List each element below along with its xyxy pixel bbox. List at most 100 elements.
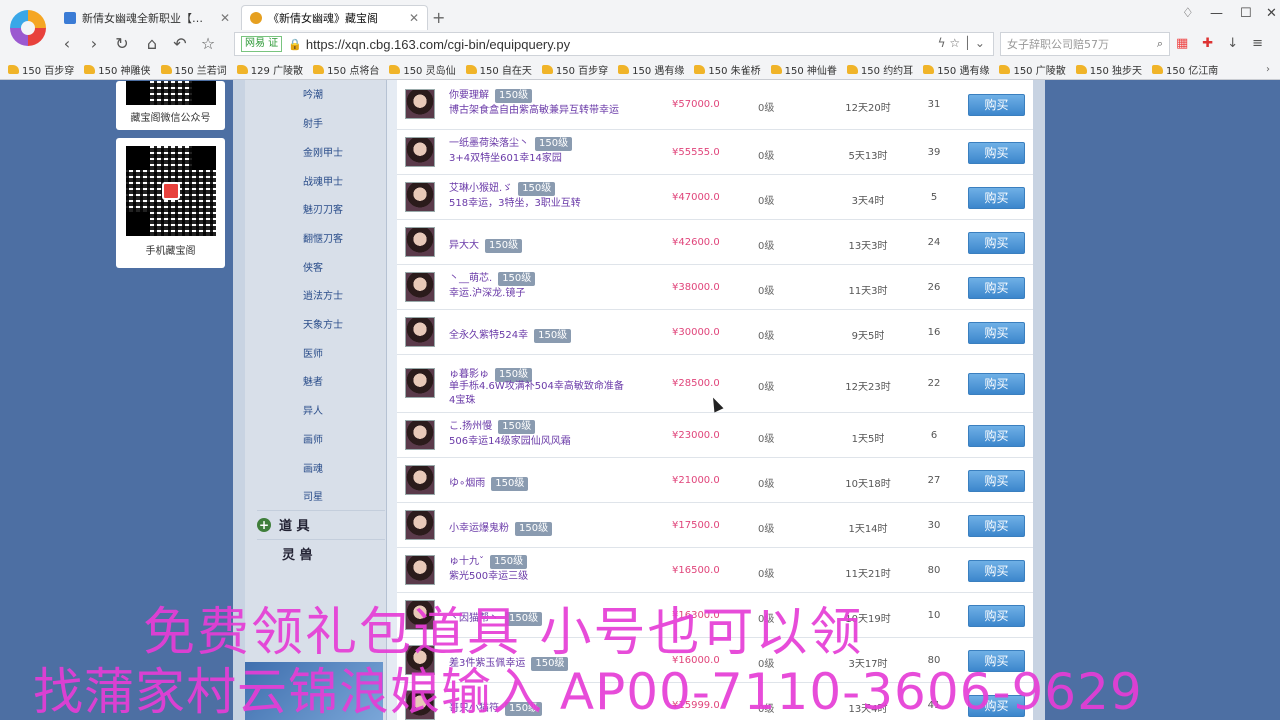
sidebar-subitem[interactable]: 画师	[303, 431, 323, 446]
character-avatar[interactable]	[405, 464, 435, 495]
sidebar-subitem[interactable]: 天象方士	[303, 316, 343, 331]
undo-icon[interactable]: ↶	[170, 34, 190, 53]
search-input[interactable]: 女子辞职公司赔57万 ⌕	[1000, 32, 1170, 56]
back-icon[interactable]: ‹	[57, 34, 77, 53]
level-badge: 150级	[534, 328, 572, 343]
bookmark-item[interactable]: 150 神仙眷	[770, 62, 837, 77]
sidebar-subitem[interactable]: 射手	[303, 115, 323, 130]
character-avatar[interactable]	[405, 554, 435, 585]
address-bar[interactable]: 网易 证 🔒 https://xqn.cbg.163.com/cgi-bin/e…	[234, 32, 994, 56]
sidebar-subitem[interactable]: 翻惬刀客	[303, 230, 343, 245]
character-avatar[interactable]	[405, 226, 435, 257]
sidebar-subitem[interactable]: 侠客	[303, 259, 323, 274]
sidebar-category[interactable]: + 道 具	[257, 510, 385, 538]
sidebar-subitem[interactable]: 医师	[303, 345, 323, 360]
bookmark-item[interactable]: 150 百步穿	[541, 62, 608, 77]
buy-button[interactable]: 购买	[968, 514, 1025, 537]
bookmark-item[interactable]: 150 神雕侠	[84, 62, 151, 77]
window-close-icon[interactable]: ✕	[1266, 6, 1277, 21]
new-tab-icon[interactable]: +	[432, 8, 445, 27]
sidebar-category[interactable]: 灵 兽	[257, 539, 385, 567]
character-name[interactable]: 异大大 150级	[449, 236, 523, 253]
sidebar-subitem[interactable]: 异人	[303, 402, 323, 417]
tab-1[interactable]: 新倩女幽魂全新职业【吟潮】上 ✕	[56, 5, 238, 30]
buy-button[interactable]: 购买	[968, 424, 1025, 447]
character-avatar[interactable]	[405, 316, 435, 347]
sidebar-subitem[interactable]: 吟潮	[303, 86, 323, 101]
tab-2[interactable]: 《新倩女幽魂》藏宝阁 ✕	[241, 5, 428, 30]
minimize-icon[interactable]: —	[1210, 6, 1223, 21]
buy-button[interactable]: 购买	[968, 604, 1025, 627]
bookmark-icon	[923, 64, 935, 74]
buy-button[interactable]: 购买	[968, 469, 1025, 492]
bookmarks-more-icon[interactable]: ›	[1266, 64, 1270, 75]
star-icon[interactable]: ☆	[198, 34, 218, 53]
bookmark-item[interactable]: 150 灵岛仙	[389, 62, 456, 77]
buy-button[interactable]: 购买	[968, 276, 1025, 299]
character-avatar[interactable]	[405, 181, 435, 212]
buy-button[interactable]: 购买	[968, 373, 1025, 395]
search-icon[interactable]: ⌕	[1157, 37, 1163, 51]
game-icon[interactable]: ✚	[1202, 36, 1213, 51]
listing-description[interactable]: 博古架食盒自由紫高敏兼异互转带幸运	[449, 101, 629, 116]
listing-grade: 0级	[758, 150, 775, 162]
character-avatar[interactable]	[405, 509, 435, 540]
listing-description[interactable]: 3+4双特坐601幸14家园	[449, 149, 629, 164]
url-text[interactable]: https://xqn.cbg.163.com/cgi-bin/equipque…	[306, 37, 570, 52]
buy-button[interactable]: 购买	[968, 231, 1025, 254]
bookmark-item[interactable]: 150 点将台	[313, 62, 379, 77]
apps-grid-icon[interactable]: ▦	[1176, 36, 1188, 51]
listing-price: ¥16500.0	[672, 564, 720, 576]
character-name[interactable]: 小幸运爆鬼粉 150级	[449, 519, 553, 536]
close-icon[interactable]: ✕	[220, 11, 230, 25]
sidebar-subitem[interactable]: 画魂	[303, 460, 323, 475]
listing-description[interactable]: 单手栎4.6W攻满补504幸高敏致命准备4宝珠	[449, 380, 629, 408]
sidebar-subitem[interactable]: 逍法方士	[303, 287, 343, 302]
listing-description[interactable]: 506幸运14级家园仙风风霜	[449, 432, 629, 447]
forward-icon[interactable]: ›	[84, 34, 104, 53]
address-actions-icon[interactable]: ϟ ☆ │ ⌄	[938, 36, 985, 50]
bookmark-item[interactable]: 150 自在天	[465, 62, 532, 77]
qr-code-icon	[125, 146, 216, 236]
character-avatar[interactable]	[405, 136, 435, 167]
bookmark-item[interactable]: 150 遇有缘	[618, 62, 684, 77]
sidebar-subitem[interactable]: 战魂甲士	[303, 173, 343, 188]
download-icon[interactable]: ↓	[1227, 36, 1238, 51]
bookmark-item[interactable]: 150 广陵散	[999, 62, 1066, 77]
bookmark-item[interactable]: 150 遇有缘	[923, 62, 989, 77]
buy-button[interactable]: 购买	[968, 321, 1025, 344]
bookmark-item[interactable]: 129 广陵散	[236, 62, 303, 77]
buy-button[interactable]: 购买	[968, 141, 1025, 164]
buy-button[interactable]: 购买	[968, 94, 1025, 116]
character-avatar[interactable]	[405, 368, 435, 398]
character-avatar[interactable]	[405, 89, 435, 119]
expand-plus-icon[interactable]: +	[257, 517, 271, 532]
bookmark-item[interactable]: 150 约约耳	[846, 62, 913, 77]
bookmark-item[interactable]: 150 亿江南	[1151, 62, 1218, 77]
sidebar-subitem[interactable]: 魅者	[303, 373, 323, 388]
buy-button[interactable]: 购买	[968, 559, 1025, 582]
bookmark-item[interactable]: 150 百步穿	[8, 62, 74, 77]
refresh-icon[interactable]: ↻	[112, 34, 132, 53]
bookmark-item[interactable]: 150 朱雀桥	[694, 62, 761, 77]
qr-caption: 藏宝阁微信公众号	[130, 113, 211, 124]
listing-description[interactable]: 幸运.沪深龙.镜子	[449, 284, 629, 299]
bookmark-icon	[84, 64, 96, 74]
character-avatar[interactable]	[405, 271, 435, 302]
sidebar-subitem[interactable]: 魅刃刀客	[303, 201, 343, 216]
sidebar-subitem[interactable]: 金刚甲士	[303, 144, 343, 159]
character-name[interactable]: 全永久紫特524幸 150级	[449, 326, 572, 343]
sidebar-subitem[interactable]: 司星	[303, 488, 323, 503]
buy-button[interactable]: 购买	[968, 186, 1025, 209]
character-avatar[interactable]	[405, 419, 435, 450]
character-name[interactable]: ゆ∘烟雨 150级	[449, 474, 529, 491]
home-icon[interactable]: ⌂	[142, 34, 162, 53]
close-icon[interactable]: ✕	[409, 11, 419, 25]
listing-description[interactable]: 紫光500幸运三级	[449, 567, 629, 582]
listing-description[interactable]: 518幸运，3特坐，3职业互转	[449, 194, 629, 209]
bookmark-item[interactable]: 150 独步天	[1075, 62, 1142, 77]
shirt-skin-icon[interactable]: ♢	[1182, 6, 1194, 21]
bookmark-item[interactable]: 150 兰若词	[160, 62, 227, 77]
maximize-icon[interactable]: ☐	[1240, 6, 1252, 21]
menu-icon[interactable]: ≡	[1252, 36, 1263, 51]
